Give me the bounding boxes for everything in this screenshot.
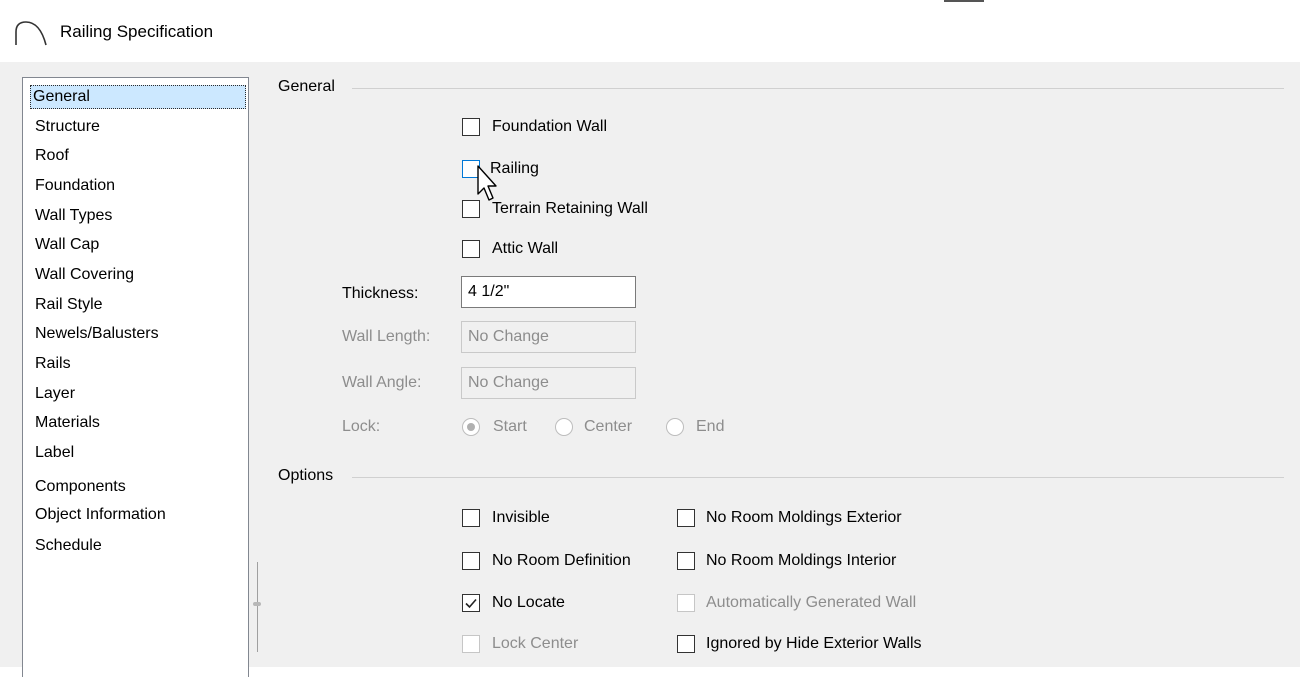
options-group-line xyxy=(352,477,1284,478)
lock-start-radio[interactable] xyxy=(462,418,480,436)
general-group-label: General xyxy=(278,78,339,96)
no-room-definition-label: No Room Definition xyxy=(492,552,631,569)
lock-label: Lock: xyxy=(342,418,381,435)
sidebar-item-label[interactable]: Label xyxy=(32,441,77,465)
sidebar-item-newels-balusters[interactable]: Newels/Balusters xyxy=(32,322,162,346)
ignored-by-hide-exterior-walls-label: Ignored by Hide Exterior Walls xyxy=(706,635,922,652)
no-room-moldings-exterior-checkbox[interactable] xyxy=(677,509,695,527)
sidebar-item-structure[interactable]: Structure xyxy=(32,115,103,139)
sidebar-item-general[interactable]: General xyxy=(30,85,246,109)
window-edge-mark xyxy=(944,0,984,2)
thickness-label: Thickness: xyxy=(342,285,419,302)
mouse-pointer-icon xyxy=(476,164,502,204)
lock-center-checkbox[interactable] xyxy=(462,635,480,653)
sidebar-item-materials[interactable]: Materials xyxy=(32,411,103,435)
foundation-wall-checkbox[interactable] xyxy=(462,118,480,136)
radio-selected-dot xyxy=(467,423,475,431)
thickness-input[interactable]: 4 1/2" xyxy=(461,276,636,308)
sidebar-item-rails[interactable]: Rails xyxy=(32,352,74,376)
lock-center-option-label: Lock Center xyxy=(492,635,579,652)
window-title: Railing Specification xyxy=(60,22,214,41)
splitter-grip[interactable] xyxy=(253,602,261,606)
railing-icon xyxy=(14,20,48,46)
sidebar-item-rail-style[interactable]: Rail Style xyxy=(32,293,106,317)
invisible-checkbox[interactable] xyxy=(462,509,480,527)
terrain-retaining-wall-label: Terrain Retaining Wall xyxy=(492,200,648,217)
no-room-moldings-interior-checkbox[interactable] xyxy=(677,552,695,570)
lock-end-label: End xyxy=(696,418,725,435)
wall-length-label: Wall Length: xyxy=(342,328,431,345)
sidebar-item-components[interactable]: Components xyxy=(32,475,129,499)
ignored-by-hide-exterior-walls-checkbox[interactable] xyxy=(677,635,695,653)
sidebar-item-wall-cap[interactable]: Wall Cap xyxy=(32,233,102,257)
sidebar-item-wall-types[interactable]: Wall Types xyxy=(32,204,115,228)
pane-splitter[interactable] xyxy=(257,562,259,652)
category-list[interactable]: General Structure Roof Foundation Wall T… xyxy=(22,77,249,677)
attic-wall-checkbox[interactable] xyxy=(462,240,480,258)
lock-start-label: Start xyxy=(493,418,527,435)
no-locate-label: No Locate xyxy=(492,594,565,611)
no-locate-checkbox[interactable] xyxy=(462,594,480,612)
sidebar-item-roof[interactable]: Roof xyxy=(32,144,72,168)
lock-center-radio[interactable] xyxy=(555,418,573,436)
lock-center-label: Center xyxy=(584,418,633,435)
no-room-moldings-exterior-label: No Room Moldings Exterior xyxy=(706,509,902,526)
sidebar-item-object-information[interactable]: Object Information xyxy=(32,503,169,527)
no-room-moldings-interior-label: No Room Moldings Interior xyxy=(706,552,897,569)
sidebar-item-layer[interactable]: Layer xyxy=(32,382,78,406)
wall-angle-input[interactable]: No Change xyxy=(461,367,636,399)
sidebar-item-schedule[interactable]: Schedule xyxy=(32,534,105,558)
checkmark-icon xyxy=(465,598,477,609)
lock-end-radio[interactable] xyxy=(666,418,684,436)
wall-length-input[interactable]: No Change xyxy=(461,321,636,353)
general-group-line xyxy=(352,88,1284,89)
sidebar-item-foundation[interactable]: Foundation xyxy=(32,174,118,198)
automatically-generated-wall-checkbox[interactable] xyxy=(677,594,695,612)
invisible-label: Invisible xyxy=(492,509,550,526)
no-room-definition-checkbox[interactable] xyxy=(462,552,480,570)
foundation-wall-label: Foundation Wall xyxy=(492,118,608,135)
sidebar-item-wall-covering[interactable]: Wall Covering xyxy=(32,263,137,287)
attic-wall-label: Attic Wall xyxy=(492,240,559,257)
options-group-label: Options xyxy=(278,467,338,485)
automatically-generated-wall-label: Automatically Generated Wall xyxy=(706,594,917,611)
wall-angle-label: Wall Angle: xyxy=(342,374,422,391)
